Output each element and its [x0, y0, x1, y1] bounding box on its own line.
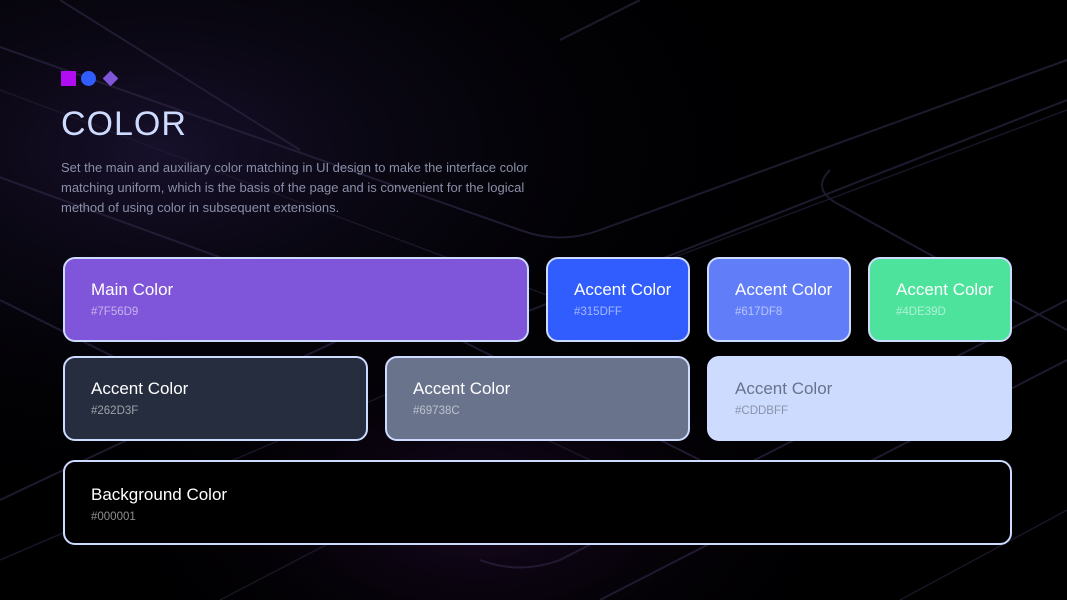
circle-icon: [81, 71, 96, 86]
swatch-hex: #7F56D9: [91, 306, 139, 318]
swatch-label: Accent Color: [896, 280, 994, 299]
swatch-label: Background Color: [91, 485, 228, 504]
accent-color-swatch-69738c: Accent Color #69738C: [385, 356, 690, 441]
background-color-swatch: Background Color #000001: [63, 460, 1012, 545]
swatch-hex: #000001: [91, 511, 136, 523]
swatch-hex: #69738C: [413, 405, 460, 417]
accent-color-swatch-cddbff: Accent Color #CDDBFF: [707, 356, 1012, 441]
main-color-swatch: Main Color #7F56D9: [63, 257, 529, 342]
swatch-label: Main Color: [91, 280, 174, 299]
logo-shapes: [61, 70, 119, 87]
swatch-hex: #CDDBFF: [735, 405, 789, 417]
swatch-label: Accent Color: [91, 379, 189, 398]
swatch-hex: #315DFF: [574, 306, 622, 318]
page-title: COLOR: [61, 105, 187, 143]
swatch-hex: #617DF8: [735, 306, 783, 318]
swatch-hex: #262D3F: [91, 405, 139, 417]
page-description: Set the main and auxiliary color matchin…: [61, 160, 528, 215]
accent-color-swatch-262d3f: Accent Color #262D3F: [63, 356, 368, 441]
swatch-label: Accent Color: [735, 379, 833, 398]
swatch-label: Accent Color: [574, 280, 672, 299]
color-palette-page: COLOR Set the main and auxiliary color m…: [0, 0, 1067, 600]
accent-color-swatch-315dff: Accent Color #315DFF: [546, 257, 690, 342]
diamond-icon: [102, 70, 119, 87]
accent-color-swatch-4de39d: Accent Color #4DE39D: [868, 257, 1012, 342]
accent-color-swatch-617df8: Accent Color #617DF8: [707, 257, 851, 342]
square-icon: [61, 71, 76, 86]
swatch-label: Accent Color: [735, 280, 833, 299]
swatch-label: Accent Color: [413, 379, 511, 398]
swatch-hex: #4DE39D: [896, 306, 946, 318]
